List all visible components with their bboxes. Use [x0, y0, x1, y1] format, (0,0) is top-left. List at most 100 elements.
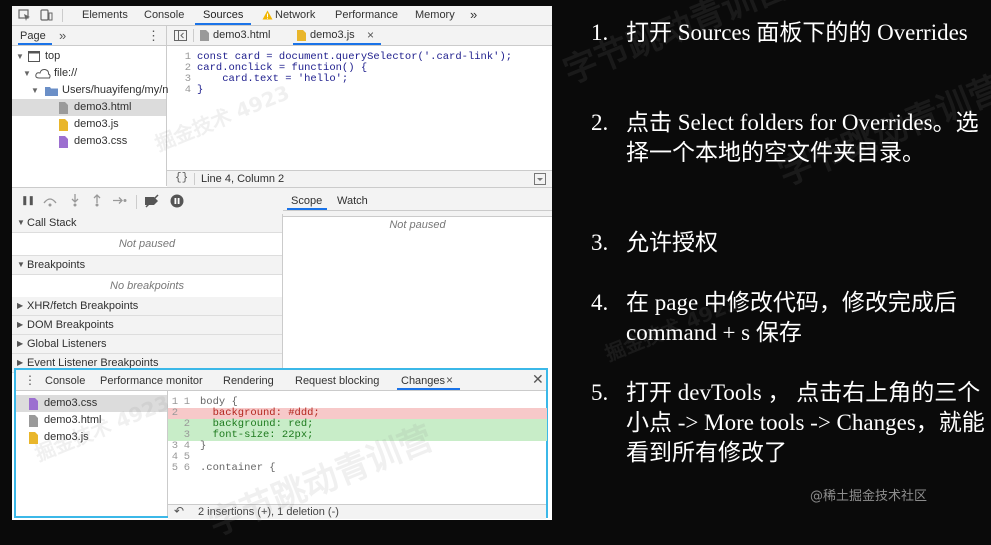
expand-arrow-icon[interactable]: ▼ — [16, 48, 24, 65]
expand-arrow-icon[interactable]: ▼ — [31, 82, 39, 99]
expand-arrow-icon[interactable]: ▼ — [17, 256, 25, 274]
file-html-icon — [200, 30, 209, 41]
tab-performance[interactable]: Performance — [335, 9, 398, 21]
tree-item-top[interactable]: ▼ top — [12, 48, 166, 65]
drawer-tab-console[interactable]: Console — [45, 375, 85, 387]
editor-tab-html[interactable]: demo3.html — [213, 29, 270, 41]
collapse-arrow-icon[interactable]: ▶ — [17, 335, 23, 353]
tab-elements[interactable]: Elements — [82, 9, 128, 21]
tab-page[interactable]: Page — [20, 30, 46, 42]
revert-icon[interactable]: ↶ — [174, 505, 184, 518]
warning-icon — [262, 10, 273, 20]
deactivate-breakpoints-icon[interactable] — [144, 194, 160, 208]
tab-scope[interactable]: Scope — [291, 195, 322, 207]
editor-tab-js[interactable]: demo3.js — [310, 29, 355, 41]
devtools-toolbar: Elements Console Sources Network Perform… — [12, 6, 552, 26]
drawer-tab-request-blocking[interactable]: Request blocking — [295, 375, 379, 387]
diff-line: 3 4 } — [171, 440, 207, 452]
code-line: } — [197, 84, 204, 96]
active-tab-indicator — [195, 23, 251, 25]
step-icon[interactable] — [113, 195, 127, 206]
tab-watch[interactable]: Watch — [337, 195, 368, 207]
inspect-element-icon[interactable] — [18, 9, 31, 21]
device-toolbar-icon[interactable] — [40, 9, 53, 21]
file-html-icon — [29, 415, 38, 427]
tree-item-origin[interactable]: ▼ file:// — [12, 65, 166, 82]
code-line: card.text = 'hello'; — [197, 73, 349, 85]
step-over-icon[interactable] — [43, 195, 57, 207]
section-dom-breakpoints[interactable]: ▶ DOM Breakpoints — [12, 316, 282, 335]
drawer-tab-rendering[interactable]: Rendering — [223, 375, 274, 387]
section-xhr-breakpoints[interactable]: ▶ XHR/fetch Breakpoints — [12, 297, 282, 316]
scope-status: Not paused — [389, 219, 446, 231]
cloud-icon — [35, 68, 51, 79]
tab-network[interactable]: Network — [275, 9, 315, 21]
file-js-icon — [59, 119, 68, 131]
section-call-stack[interactable]: ▼ Call Stack — [12, 214, 282, 233]
tree-label: top — [45, 50, 61, 62]
section-title: XHR/fetch Breakpoints — [27, 300, 139, 312]
pause-icon[interactable]: ❚❚ — [21, 195, 35, 206]
file-css-icon — [59, 136, 68, 148]
editor-status-bar: {} Line 4, Column 2 — [167, 170, 552, 187]
tab-memory[interactable]: Memory — [415, 9, 455, 21]
code-content[interactable]: const card = document.querySelector('.ca… — [197, 52, 547, 96]
step-into-icon[interactable] — [70, 194, 80, 207]
folder-icon — [45, 87, 58, 96]
active-tab-indicator — [397, 388, 460, 390]
frame-icon — [28, 51, 40, 62]
changed-file-selected[interactable]: demo3.css — [16, 395, 167, 412]
changes-footer: ↶ 2 insertions (+), 1 deletion (-) — [168, 504, 546, 519]
changed-file[interactable]: demo3.html — [16, 412, 167, 429]
tab-console[interactable]: Console — [144, 9, 184, 21]
drawer-tabbar: ⋮ Console Performance monitor Rendering … — [16, 370, 546, 391]
instruction-number: 5. — [591, 380, 609, 405]
drawer-tab-performance-monitor[interactable]: Performance monitor — [100, 375, 203, 387]
instruction-text: 点击 Select folders for Overrides。选择一个本地的空… — [626, 110, 979, 165]
instruction-number: 3. — [591, 230, 609, 255]
active-tab-indicator — [293, 43, 381, 45]
kebab-menu-icon[interactable]: ⋮ — [147, 28, 160, 44]
toggle-navigator-icon[interactable] — [174, 30, 187, 41]
active-tab-indicator — [287, 208, 327, 210]
changes-summary: 2 insertions (+), 1 deletion (-) — [198, 506, 339, 518]
breakpoints-status: No breakpoints — [12, 275, 282, 298]
pause-on-exceptions-icon[interactable] — [170, 194, 184, 208]
close-tab-icon[interactable]: × — [446, 373, 453, 387]
toggle-debugger-icon[interactable] — [534, 173, 546, 185]
tree-label: demo3.html — [74, 101, 132, 113]
changed-file[interactable]: demo3.js — [16, 429, 167, 446]
cursor-position: Line 4, Column 2 — [201, 173, 285, 185]
tree-item-folder[interactable]: ▼ Users/huayifeng/my/n — [12, 82, 168, 99]
diff-view[interactable]: 1 1 body { 2 background: #ddd; 2 backgro… — [168, 391, 547, 503]
status-divider — [194, 173, 195, 185]
changed-file-label: demo3.js — [44, 431, 89, 443]
file-navigator: Page » ⋮ ▼ top ▼ file:// ▼ Users/huayife… — [12, 26, 168, 186]
close-drawer-icon[interactable]: ✕ — [532, 371, 544, 388]
navigator-more-button[interactable]: » — [59, 28, 66, 43]
collapse-arrow-icon[interactable]: ▶ — [17, 297, 23, 315]
step-out-icon[interactable] — [92, 194, 102, 207]
instruction-number: 1. — [591, 20, 609, 45]
instruction-text: 打开 devTools ， 点击右上角的三个小点 -> More tools -… — [626, 380, 985, 465]
file-css-icon — [29, 398, 38, 410]
drawer-menu-icon[interactable]: ⋮ — [24, 373, 36, 387]
tree-item-file-selected[interactable]: demo3.html — [12, 99, 166, 116]
expand-arrow-icon[interactable]: ▼ — [23, 65, 31, 82]
section-breakpoints[interactable]: ▼ Breakpoints — [12, 256, 282, 275]
file-js-icon — [297, 30, 306, 41]
pretty-print-button[interactable]: {} — [175, 172, 188, 184]
scope-tabbar: Scope Watch — [283, 191, 552, 211]
section-global-listeners[interactable]: ▶ Global Listeners — [12, 335, 282, 354]
tree-item-file[interactable]: demo3.js — [12, 116, 166, 133]
tree-item-file[interactable]: demo3.css — [12, 133, 166, 150]
tab-sources[interactable]: Sources — [203, 9, 243, 21]
drawer-tab-changes[interactable]: Changes — [401, 375, 445, 387]
tree-label: demo3.css — [74, 135, 128, 147]
collapse-arrow-icon[interactable]: ▶ — [17, 316, 23, 334]
instruction-number: 2. — [591, 110, 609, 135]
source-credit: @稀土掘金技术社区 — [810, 489, 928, 504]
more-tabs-button[interactable]: » — [470, 7, 477, 22]
expand-arrow-icon[interactable]: ▼ — [17, 214, 25, 232]
close-tab-icon[interactable]: × — [367, 28, 374, 42]
